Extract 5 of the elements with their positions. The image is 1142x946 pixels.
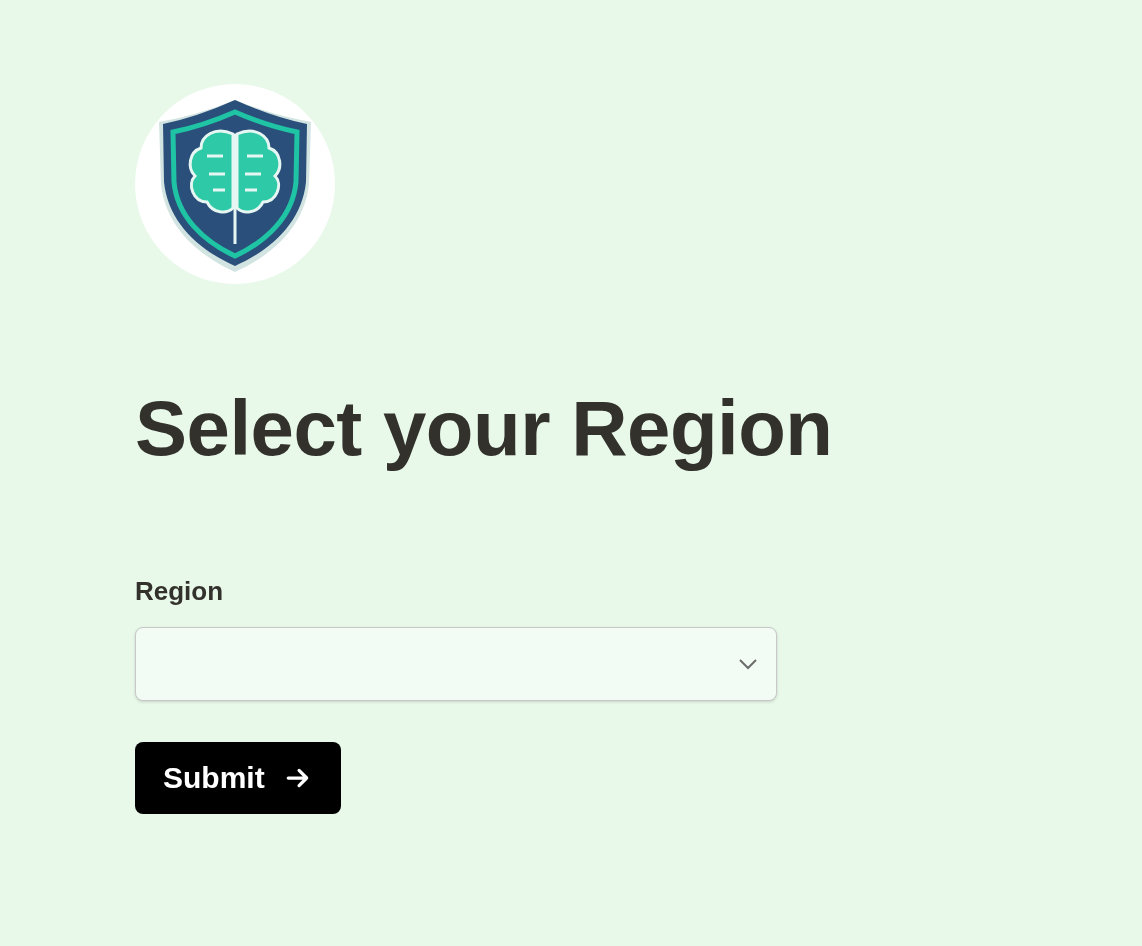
- region-select[interactable]: [135, 626, 777, 701]
- chevron-down-icon: [738, 657, 758, 670]
- page-heading: Select your Region: [135, 386, 833, 472]
- field-label: Region: [135, 575, 224, 607]
- submit-button[interactable]: Submit: [135, 741, 341, 814]
